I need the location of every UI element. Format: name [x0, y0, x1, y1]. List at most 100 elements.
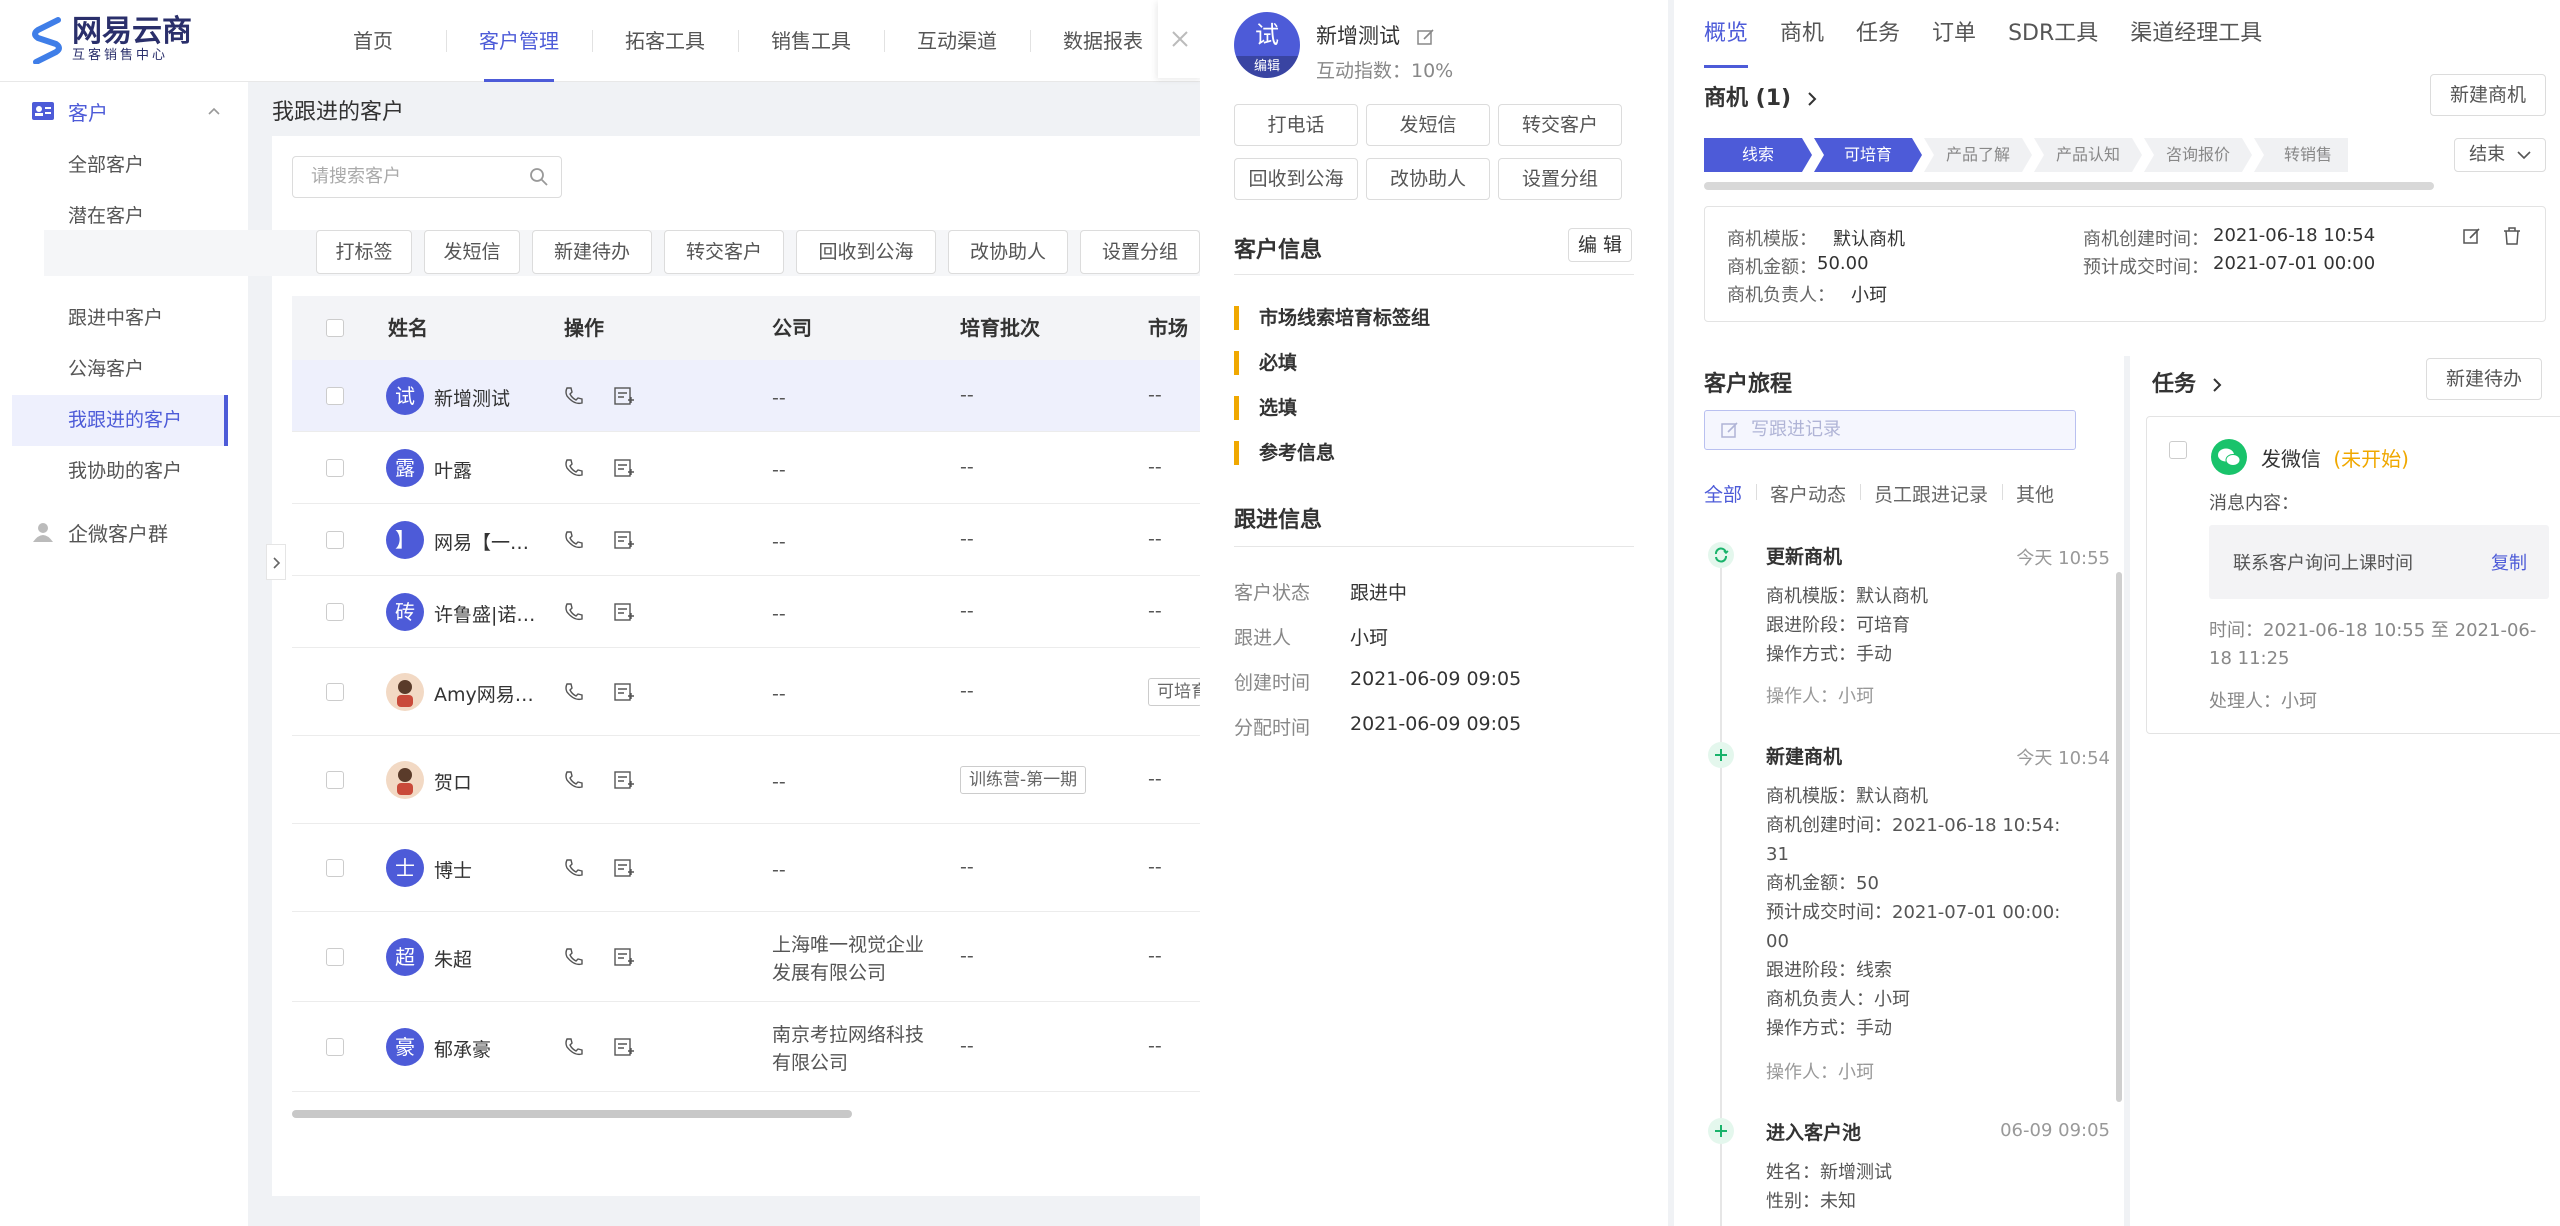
search-input[interactable]: 请搜索客户 — [292, 156, 562, 198]
note-icon[interactable] — [614, 458, 634, 478]
stage-step[interactable]: 转销售 — [2254, 138, 2348, 172]
tag-group-required[interactable]: 必填 — [1234, 351, 1297, 375]
nav-sales-tools[interactable]: 销售工具 — [738, 0, 884, 82]
sidebar-group-wecom[interactable]: 企微客户群 — [0, 503, 248, 561]
customer-name-cell[interactable]: 贺ロ — [434, 768, 472, 795]
journey-scrollbar[interactable] — [2116, 572, 2122, 1102]
note-icon[interactable] — [614, 602, 634, 622]
journey-tab-all[interactable]: 全部 — [1704, 480, 1756, 507]
row-checkbox[interactable] — [326, 387, 344, 405]
customer-name-cell[interactable]: 网易【一… — [434, 528, 529, 555]
customer-name-cell[interactable]: 博士 — [434, 856, 472, 883]
sidebar-collapse-toggle[interactable] — [266, 544, 286, 580]
phone-icon[interactable] — [564, 530, 584, 550]
stage-step[interactable]: 可培育 — [1814, 138, 1922, 172]
end-dropdown[interactable]: 结束 — [2454, 138, 2546, 172]
row-checkbox[interactable] — [326, 603, 344, 621]
phone-icon[interactable] — [564, 682, 584, 702]
edit-icon[interactable] — [1416, 28, 1435, 46]
row-checkbox[interactable] — [326, 1038, 344, 1056]
task-checkbox[interactable] — [2169, 441, 2187, 459]
call-button[interactable]: 打电话 — [1234, 104, 1358, 146]
row-checkbox[interactable] — [326, 531, 344, 549]
table-row[interactable]: 士博士 -- -- -- — [292, 824, 1202, 912]
table-row[interactable]: 砖许鲁盛|诺… -- -- -- — [292, 576, 1202, 648]
tag-group-reference[interactable]: 参考信息 — [1234, 441, 1335, 465]
set-group-detail-button[interactable]: 设置分组 — [1498, 158, 1622, 200]
copy-button[interactable]: 复制 — [2491, 549, 2527, 575]
avatar-edit-label[interactable]: 编辑 — [1234, 56, 1300, 78]
table-row[interactable]: 】网易【一… -- -- -- — [292, 504, 1202, 576]
row-checkbox[interactable] — [326, 459, 344, 477]
nav-data-reports[interactable]: 数据报表 — [1030, 0, 1176, 82]
phone-icon[interactable] — [564, 386, 584, 406]
customer-name-cell[interactable]: Amy网易… — [434, 680, 534, 707]
note-icon[interactable] — [614, 947, 634, 967]
customer-name-cell[interactable]: 朱超 — [434, 945, 472, 972]
nav-customer-management[interactable]: 客户管理 — [446, 0, 592, 82]
stage-step[interactable]: 产品了解 — [1924, 138, 2032, 172]
row-checkbox[interactable] — [326, 948, 344, 966]
logo[interactable]: 网易云商 互客销售中心 — [30, 16, 192, 64]
stage-step[interactable]: 已成交 — [2364, 138, 2440, 172]
note-icon[interactable] — [614, 858, 634, 878]
table-row[interactable]: 试新增测试 -- -- -- — [292, 360, 1202, 432]
sms-button[interactable]: 发短信 — [424, 230, 520, 274]
note-icon[interactable] — [614, 1037, 634, 1057]
change-assistant-button[interactable]: 改协助人 — [948, 230, 1068, 274]
table-row[interactable]: 贺ロ -- 训练营-第一期 -- — [292, 736, 1202, 824]
recycle-button[interactable]: 回收到公海 — [796, 230, 936, 274]
table-row[interactable]: Amy网易… -- -- 可培育 — [292, 648, 1202, 736]
customer-name-cell[interactable]: 叶露 — [434, 456, 472, 483]
journey-tab-other[interactable]: 其他 — [2002, 480, 2068, 507]
nav-prospecting-tools[interactable]: 拓客工具 — [592, 0, 738, 82]
phone-icon[interactable] — [564, 858, 584, 878]
nav-interaction-channels[interactable]: 互动渠道 — [884, 0, 1030, 82]
journey-tab-staff[interactable]: 员工跟进记录 — [1860, 480, 2002, 507]
note-icon[interactable] — [614, 770, 634, 790]
phone-icon[interactable] — [564, 947, 584, 967]
stage-scrollbar[interactable] — [1704, 182, 2434, 190]
customer-name-cell[interactable]: 新增测试 — [434, 384, 510, 411]
new-opportunity-button[interactable]: 新建商机 — [2430, 74, 2546, 116]
customer-name-cell[interactable]: 许鲁盛|诺… — [434, 600, 535, 627]
opportunity-card[interactable]: 商机模版： 默认商机 商机金额： 50.00 商机负责人： 小珂 商机创建时间：… — [1704, 206, 2546, 322]
table-row[interactable]: 超朱超 上海唯一视觉企业发展有限公司 -- -- — [292, 912, 1202, 1002]
sidebar-item-public-pool[interactable]: 公海客户 — [0, 344, 248, 395]
stage-step[interactable]: 咨询报价 — [2144, 138, 2252, 172]
select-all-checkbox[interactable] — [326, 319, 344, 337]
drawer-close-button[interactable] — [1158, 0, 1203, 78]
note-icon[interactable] — [614, 530, 634, 550]
table-row[interactable]: 露叶露 -- -- -- — [292, 432, 1202, 504]
phone-icon[interactable] — [564, 770, 584, 790]
stage-step[interactable]: 产品认知 — [2034, 138, 2142, 172]
journey-tab-dynamics[interactable]: 客户动态 — [1756, 480, 1860, 507]
sidebar-item-my-assisting[interactable]: 我协助的客户 — [0, 446, 248, 497]
nav-home[interactable]: 首页 — [300, 0, 446, 82]
customer-avatar[interactable]: 试 编辑 — [1234, 12, 1300, 78]
sidebar-item-my-following[interactable]: 我跟进的客户 — [12, 395, 228, 446]
note-icon[interactable] — [614, 682, 634, 702]
send-sms-button[interactable]: 发短信 — [1366, 104, 1490, 146]
delete-icon[interactable] — [2503, 227, 2521, 245]
horizontal-scrollbar[interactable] — [292, 1110, 852, 1118]
write-record-input[interactable]: 写跟进记录 — [1704, 410, 2076, 450]
row-checkbox[interactable] — [326, 683, 344, 701]
tasks-title[interactable]: 任务 — [2152, 366, 2222, 398]
row-checkbox[interactable] — [326, 771, 344, 789]
tag-group-market[interactable]: 市场线索培育标签组 — [1234, 306, 1430, 330]
new-todo-task-button[interactable]: 新建待办 — [2426, 358, 2542, 400]
note-icon[interactable] — [614, 386, 634, 406]
tag-button[interactable]: 打标签 — [316, 230, 412, 274]
new-todo-button[interactable]: 新建待办 — [532, 230, 652, 274]
table-row[interactable]: 豪郁承豪 南京考拉网络科技有限公司 -- -- — [292, 1002, 1202, 1092]
transfer-button[interactable]: 转交客户 — [664, 230, 784, 274]
transfer-customer-button[interactable]: 转交客户 — [1498, 104, 1622, 146]
recycle-to-pool-button[interactable]: 回收到公海 — [1234, 158, 1358, 200]
phone-icon[interactable] — [564, 1037, 584, 1057]
edit-icon[interactable] — [2463, 227, 2481, 245]
sidebar-item-following[interactable]: 跟进中客户 — [0, 293, 248, 344]
set-group-button[interactable]: 设置分组 — [1080, 230, 1200, 274]
row-checkbox[interactable] — [326, 859, 344, 877]
sidebar-group-customer[interactable]: 客户 — [0, 82, 248, 140]
